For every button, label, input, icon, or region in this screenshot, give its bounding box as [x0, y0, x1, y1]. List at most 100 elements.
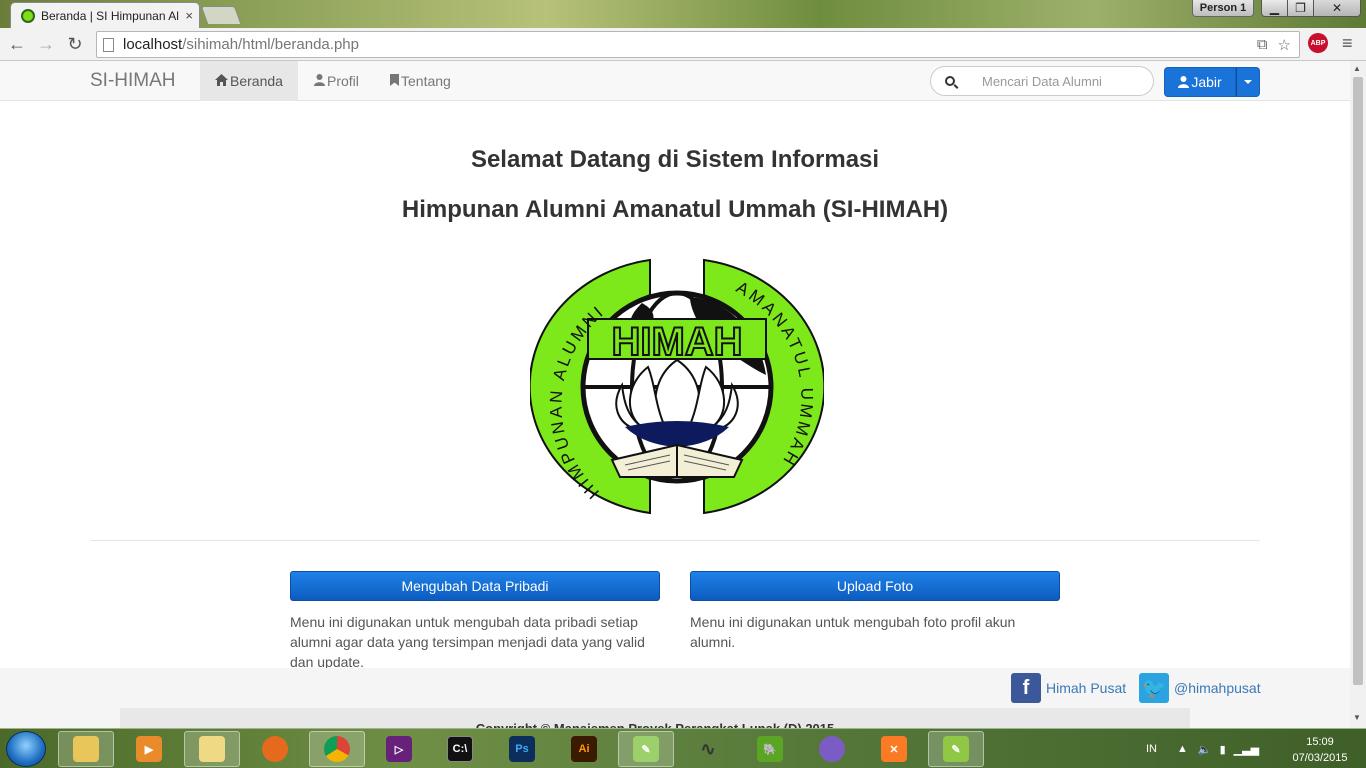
address-bar[interactable]: localhost/sihimah/html/beranda.php ⧉ ☆ [96, 31, 1300, 58]
github-icon [819, 736, 845, 762]
site-brand[interactable]: SI-HIMAH [90, 70, 176, 92]
reload-icon[interactable]: ↻ [64, 33, 86, 55]
page-scrollbar[interactable]: ▲ ▼ [1350, 61, 1366, 728]
upload-photo-button[interactable]: Upload Foto [690, 571, 1060, 601]
url-path: /sihimah/html/beranda.php [182, 36, 359, 53]
chrome-menu-icon[interactable]: ≡ [1342, 33, 1353, 54]
bookmark-icon [390, 73, 399, 89]
scroll-up-arrow-icon[interactable]: ▲ [1353, 64, 1361, 73]
firefox-icon [262, 736, 288, 762]
adblock-plus-icon[interactable]: ABP [1308, 33, 1328, 53]
browser-toolbar: ← → ↻ localhost/sihimah/html/beranda.php… [0, 28, 1366, 61]
search-icon [944, 76, 955, 86]
taskbar-chrome[interactable] [309, 731, 365, 767]
copyright-text: Copyright © Manajemen Proyek Perangkat L… [120, 708, 1190, 728]
taskbar-clock[interactable]: 15:09 07/03/2015 [1290, 734, 1350, 766]
search-button[interactable] [930, 66, 969, 96]
page-icon [103, 37, 114, 52]
twitter-link[interactable]: 🐦 @himahpusat [1139, 673, 1261, 703]
taskbar-evernote[interactable]: 🐘 [742, 731, 798, 767]
nav-beranda-label: Beranda [230, 73, 283, 89]
scroll-down-arrow-icon[interactable]: ▼ [1353, 713, 1361, 722]
user-button[interactable]: Jabir [1164, 67, 1236, 97]
welcome-subtitle: Himpunan Alumni Amanatul Ummah (SI-HIMAH… [401, 196, 949, 223]
browser-tab[interactable]: Beranda | SI Himpunan Al × [10, 2, 200, 28]
taskbar-media-player[interactable]: ▶ [121, 731, 177, 767]
nav-beranda[interactable]: Beranda [200, 61, 298, 101]
browser-titlebar: Beranda | SI Himpunan Al × Person 1 ▁ ❐ … [0, 0, 1366, 28]
volume-icon[interactable]: 🔈 [1198, 743, 1212, 756]
user-icon [1178, 76, 1190, 88]
taskbar-github[interactable] [804, 731, 860, 767]
twitter-link-label: @himahpusat [1174, 680, 1261, 696]
photoshop-icon: Ps [509, 736, 535, 762]
maximize-button[interactable]: ❐ [1287, 0, 1314, 17]
user-dropdown-toggle[interactable] [1236, 67, 1260, 97]
home-icon [215, 73, 228, 89]
logo-himah-text: HIMAH [611, 320, 742, 364]
user-name: Jabir [1191, 74, 1222, 90]
nav-profil-label: Profil [327, 73, 359, 89]
taskbar-cmd[interactable]: C:\ [432, 731, 488, 767]
page-viewport: SI-HIMAH Beranda Profil Tentang Jabir [0, 61, 1350, 728]
facebook-icon: f [1011, 673, 1041, 703]
taskbar-explorer[interactable] [58, 731, 114, 767]
upload-photo-description: Menu ini digunakan untuk mengubah foto p… [690, 614, 1016, 650]
forward-arrow-icon[interactable]: → [35, 33, 57, 55]
site-favicon-icon [21, 8, 35, 23]
taskbar-visual-studio[interactable]: ▷ [371, 731, 427, 767]
taskbar-app[interactable]: ∿ [680, 731, 736, 767]
taskbar-notepad-plus-plus[interactable]: ✎ [928, 731, 984, 767]
start-button[interactable] [6, 731, 46, 767]
taskbar-folder[interactable] [184, 731, 240, 767]
system-tray: IN ▲ 🔈 ▮ ▁▃▅ [1146, 729, 1259, 768]
tab-title: Beranda | SI Himpunan Al [41, 8, 179, 23]
xampp-icon: ✕ [881, 736, 907, 762]
evernote-icon: 🐘 [757, 736, 783, 762]
file-explorer-icon [73, 736, 99, 762]
chrome-icon [324, 736, 350, 762]
url-host: localhost [123, 36, 183, 53]
back-arrow-icon[interactable]: ← [6, 33, 28, 55]
welcome-title: Selamat Datang di Sistem Informasi [470, 146, 880, 173]
taskbar-illustrator[interactable]: Ai [556, 731, 612, 767]
network-signal-icon[interactable]: ▁▃▅ [1234, 743, 1259, 756]
command-prompt-icon: C:\ [447, 736, 473, 762]
caret-down-icon [1244, 80, 1252, 84]
taskbar-firefox[interactable] [247, 731, 303, 767]
language-indicator[interactable]: IN [1146, 743, 1157, 755]
nav-profil[interactable]: Profil [299, 61, 374, 101]
page-footer: f Himah Pusat 🐦 @himahpusat Copyright © … [0, 668, 1350, 728]
clock-time: 15:09 [1306, 736, 1334, 748]
notepad-plus-plus-icon: ✎ [943, 736, 969, 762]
minimize-button[interactable]: ▁ [1261, 0, 1288, 17]
nav-tentang-label: Tentang [401, 73, 451, 89]
illustrator-icon: Ai [571, 736, 597, 762]
edit-profile-data-description: Menu ini digunakan untuk mengubah data p… [290, 614, 645, 670]
taskbar-photoshop[interactable]: Ps [494, 731, 550, 767]
facebook-link[interactable]: f Himah Pusat [1011, 673, 1126, 703]
taskbar-bluefish[interactable]: ✎ [618, 731, 674, 767]
clock-date: 07/03/2015 [1292, 752, 1348, 764]
profile-button[interactable]: Person 1 [1192, 0, 1254, 17]
show-hidden-icons-icon[interactable]: ▲ [1177, 743, 1188, 755]
folder-icon [199, 736, 225, 762]
media-player-icon: ▶ [136, 736, 162, 762]
tab-close-icon[interactable]: × [185, 8, 193, 23]
twitter-icon: 🐦 [1139, 673, 1169, 703]
scrollbar-thumb[interactable] [1353, 77, 1363, 685]
edit-profile-data-button[interactable]: Mengubah Data Pribadi [290, 571, 660, 601]
nav-tentang[interactable]: Tentang [375, 61, 466, 101]
bluefish-icon: ✎ [633, 736, 659, 762]
section-divider [90, 540, 1260, 541]
bookmark-star-icon[interactable]: ☆ [1278, 36, 1291, 54]
close-window-button[interactable]: ✕ [1313, 0, 1361, 17]
translate-icon[interactable]: ⧉ [1257, 36, 1268, 54]
app-swirl-icon: ∿ [700, 738, 716, 759]
user-icon [314, 73, 325, 89]
visual-studio-icon: ▷ [386, 736, 412, 762]
search-input[interactable] [968, 66, 1154, 96]
taskbar-xampp[interactable]: ✕ [866, 731, 922, 767]
new-tab-button[interactable] [200, 6, 242, 24]
power-icon[interactable]: ▮ [1220, 743, 1226, 756]
